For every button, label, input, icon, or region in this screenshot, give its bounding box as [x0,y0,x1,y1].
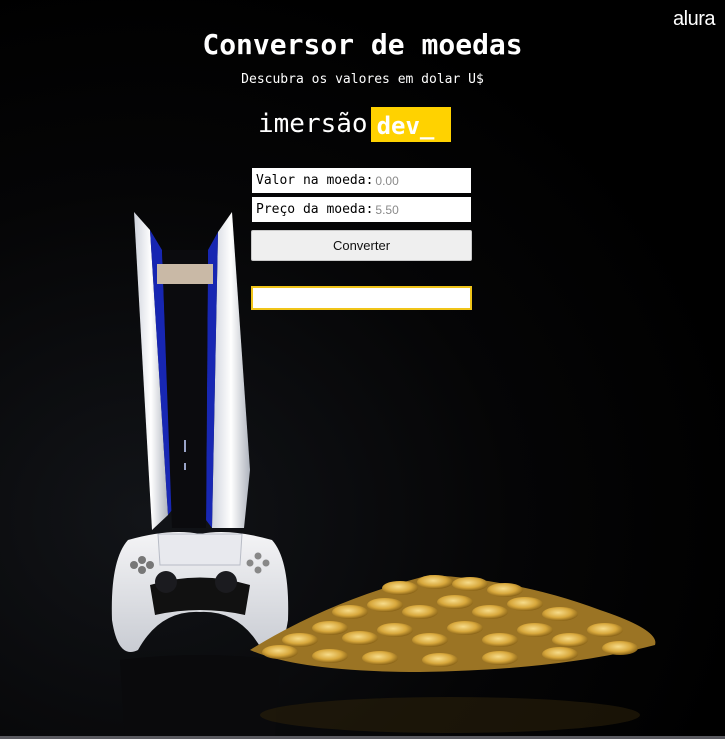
amount-label: Valor na moeda: [256,173,374,188]
page: alura Conversor de moedas Descubra os va… [0,0,725,739]
imersao-dev-logo: imersão dev_ [258,104,451,144]
rate-field[interactable]: Preço da moeda: [252,197,471,222]
logo-badge: dev_ [370,106,451,142]
controller-icon [111,532,289,652]
coins-icon [250,575,656,672]
amount-input[interactable] [373,173,446,188]
convert-button[interactable]: Converter [251,230,472,261]
rate-label: Preço da moeda: [256,202,374,217]
rate-input[interactable] [373,202,446,217]
amount-field[interactable]: Valor na moeda: [252,168,471,193]
page-subtitle: Descubra os valores em dolar U$ [241,72,484,87]
logo-text: imersão [258,109,368,139]
page-title: Conversor de moedas [202,28,523,61]
console-icon [134,212,250,530]
result-output [251,286,472,310]
